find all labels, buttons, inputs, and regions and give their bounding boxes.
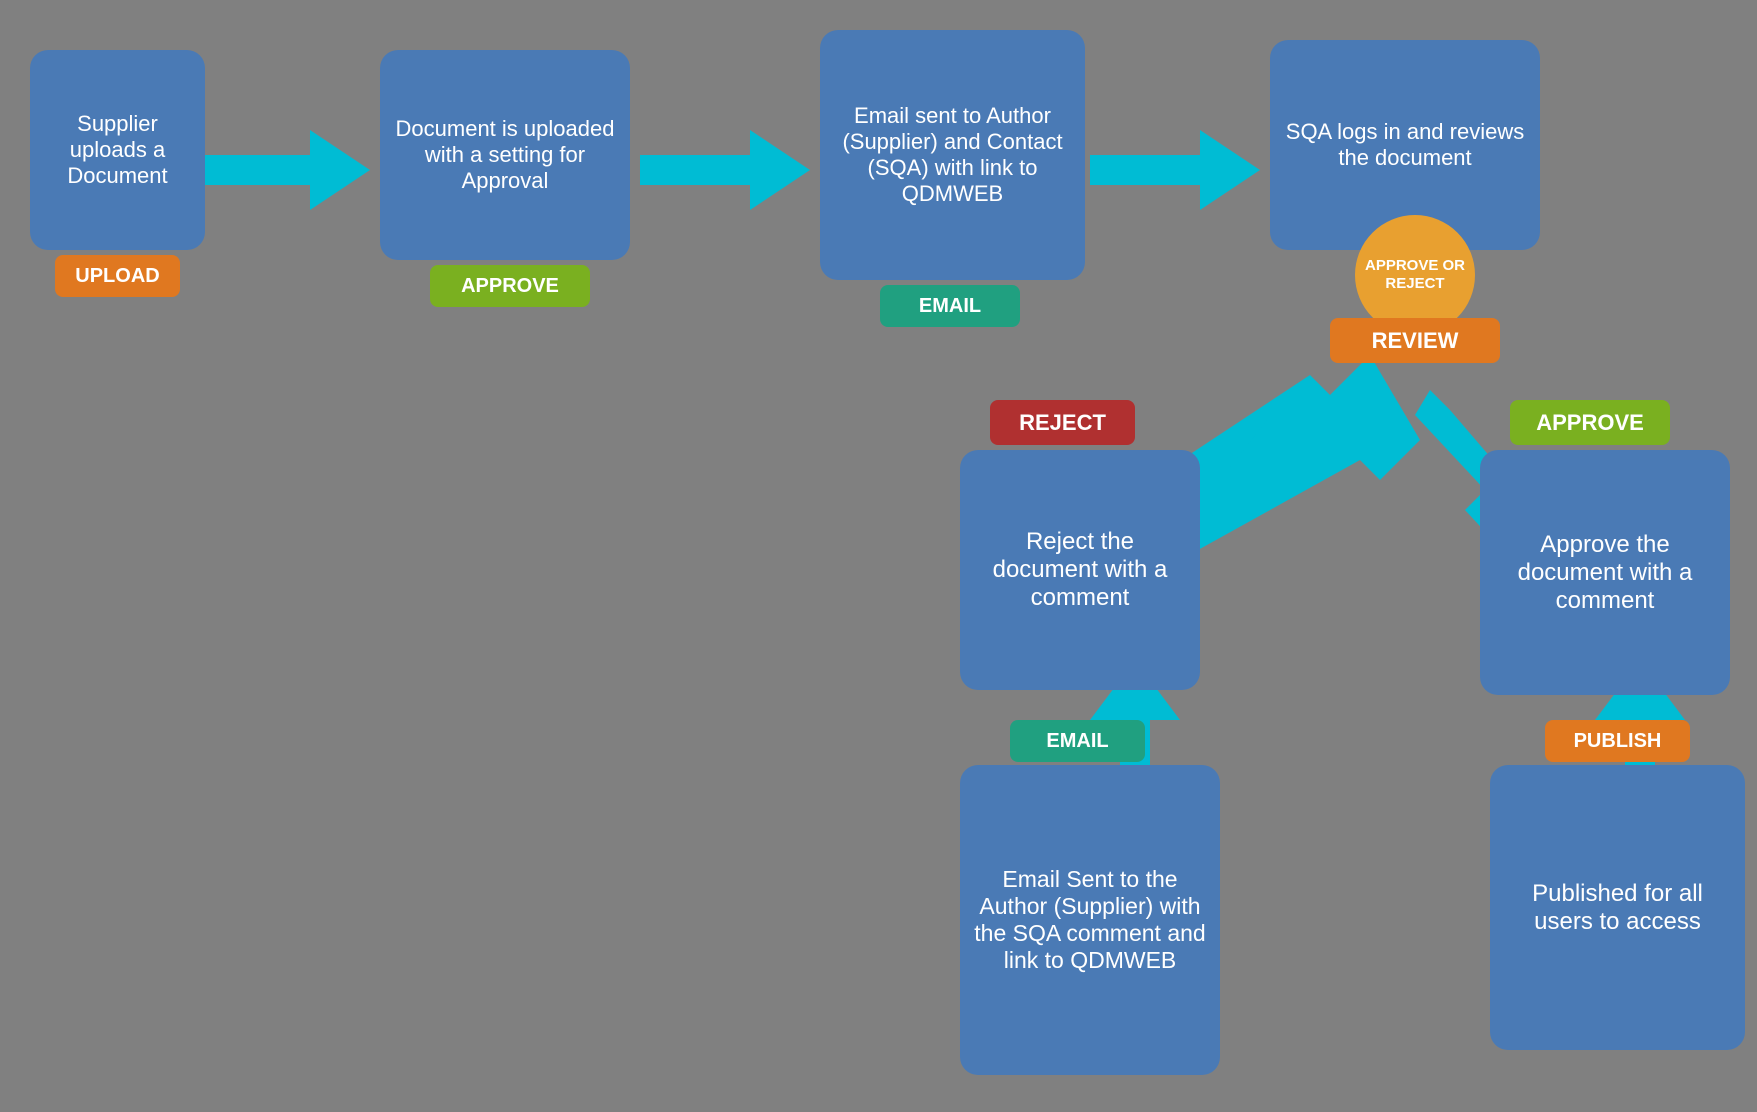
reject-box: Reject the document with a comment <box>960 450 1200 690</box>
email1-box: Email sent to Author (Supplier) and Cont… <box>820 30 1085 280</box>
publish-box: Published for all users to access <box>1490 765 1745 1050</box>
email-badge-1: EMAIL <box>880 285 1020 327</box>
approve-badge-2: APPROVE <box>1510 400 1670 445</box>
flow-container: Supplier uploads a Document UPLOAD Docum… <box>0 0 1757 1112</box>
publish-badge: PUBLISH <box>1545 720 1690 762</box>
approve-or-reject-circle: APPROVE OR REJECT <box>1355 215 1475 335</box>
approve-badge-1: APPROVE <box>430 265 590 307</box>
supplier-box: Supplier uploads a Document <box>30 50 205 250</box>
email2-box: Email Sent to the Author (Supplier) with… <box>960 765 1220 1075</box>
upload-box: Document is uploaded with a setting for … <box>380 50 630 260</box>
upload-badge: UPLOAD <box>55 255 180 297</box>
email-badge-2: EMAIL <box>1010 720 1145 762</box>
reject-badge: REJECT <box>990 400 1135 445</box>
review-badge: REVIEW <box>1330 318 1500 363</box>
approve-box: Approve the document with a comment <box>1480 450 1730 695</box>
